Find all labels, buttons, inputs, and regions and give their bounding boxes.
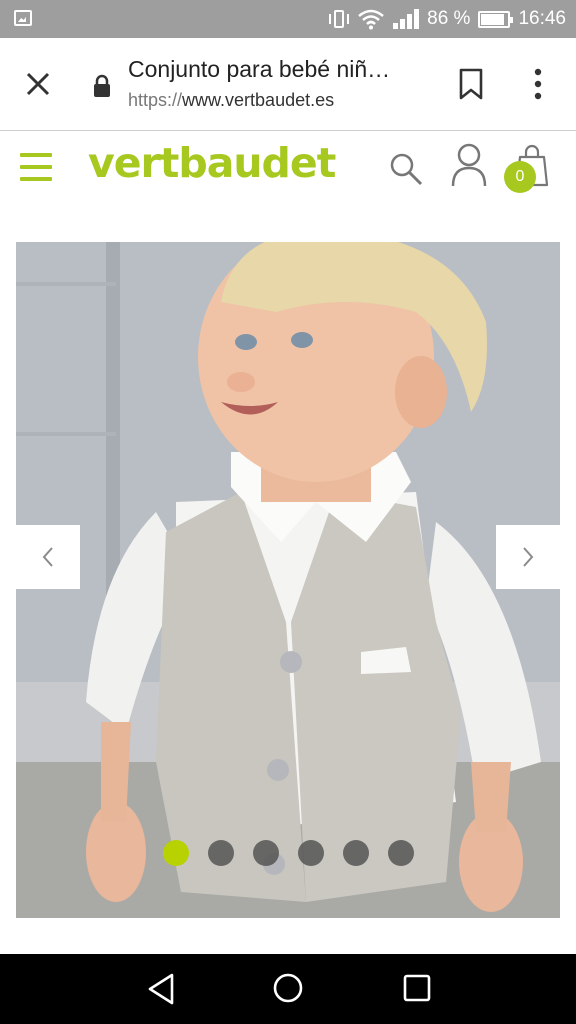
carousel-dot[interactable] <box>298 840 324 866</box>
status-icons: 86 % 16:46 <box>329 0 566 38</box>
url-scheme: https:// <box>128 90 183 110</box>
site-logo[interactable]: vertbaudet <box>88 139 336 187</box>
carousel-prev-button[interactable] <box>16 525 80 589</box>
cart-count-badge: 0 <box>504 161 536 193</box>
carousel-next-button[interactable] <box>496 525 560 589</box>
battery-percent: 86 % <box>427 8 471 29</box>
close-icon[interactable] <box>22 68 54 100</box>
carousel-dot[interactable] <box>388 840 414 866</box>
chevron-left-icon <box>42 547 53 567</box>
browser-toolbar: Conjunto para bebé niñ… https://www.vert… <box>0 38 576 131</box>
carousel-dot[interactable] <box>253 840 279 866</box>
clock: 16:46 <box>518 8 566 29</box>
carousel-dot[interactable] <box>163 840 189 866</box>
recents-icon[interactable] <box>403 974 431 1002</box>
signal-icon <box>393 9 420 29</box>
chevron-right-icon <box>523 547 534 567</box>
wifi-icon <box>358 9 384 30</box>
home-icon[interactable] <box>272 972 304 1004</box>
carousel-pagination <box>163 840 414 866</box>
back-icon[interactable] <box>146 972 176 1006</box>
bookmark-icon[interactable] <box>458 68 484 100</box>
product-photo <box>16 242 560 918</box>
gallery-icon <box>14 10 32 26</box>
search-icon[interactable] <box>388 151 424 187</box>
battery-icon <box>478 10 514 28</box>
more-vert-icon[interactable] <box>528 66 548 102</box>
product-image-carousel[interactable] <box>16 242 560 918</box>
menu-icon[interactable] <box>20 153 52 181</box>
system-navigation-bar <box>0 954 576 1024</box>
user-icon[interactable] <box>450 143 488 187</box>
page-title[interactable]: Conjunto para bebé niñ… <box>128 56 418 83</box>
vibrate-icon <box>329 9 350 29</box>
lock-icon <box>94 74 110 97</box>
cart-button[interactable]: 0 <box>504 143 552 195</box>
url-host: www.vertbaudet.es <box>182 90 335 110</box>
carousel-dot[interactable] <box>343 840 369 866</box>
status-bar: 86 % 16:46 <box>0 0 576 38</box>
carousel-dot[interactable] <box>208 840 234 866</box>
site-header: vertbaudet 0 <box>0 131 576 211</box>
url-text[interactable]: https://www.vertbaudet.es <box>128 90 334 111</box>
